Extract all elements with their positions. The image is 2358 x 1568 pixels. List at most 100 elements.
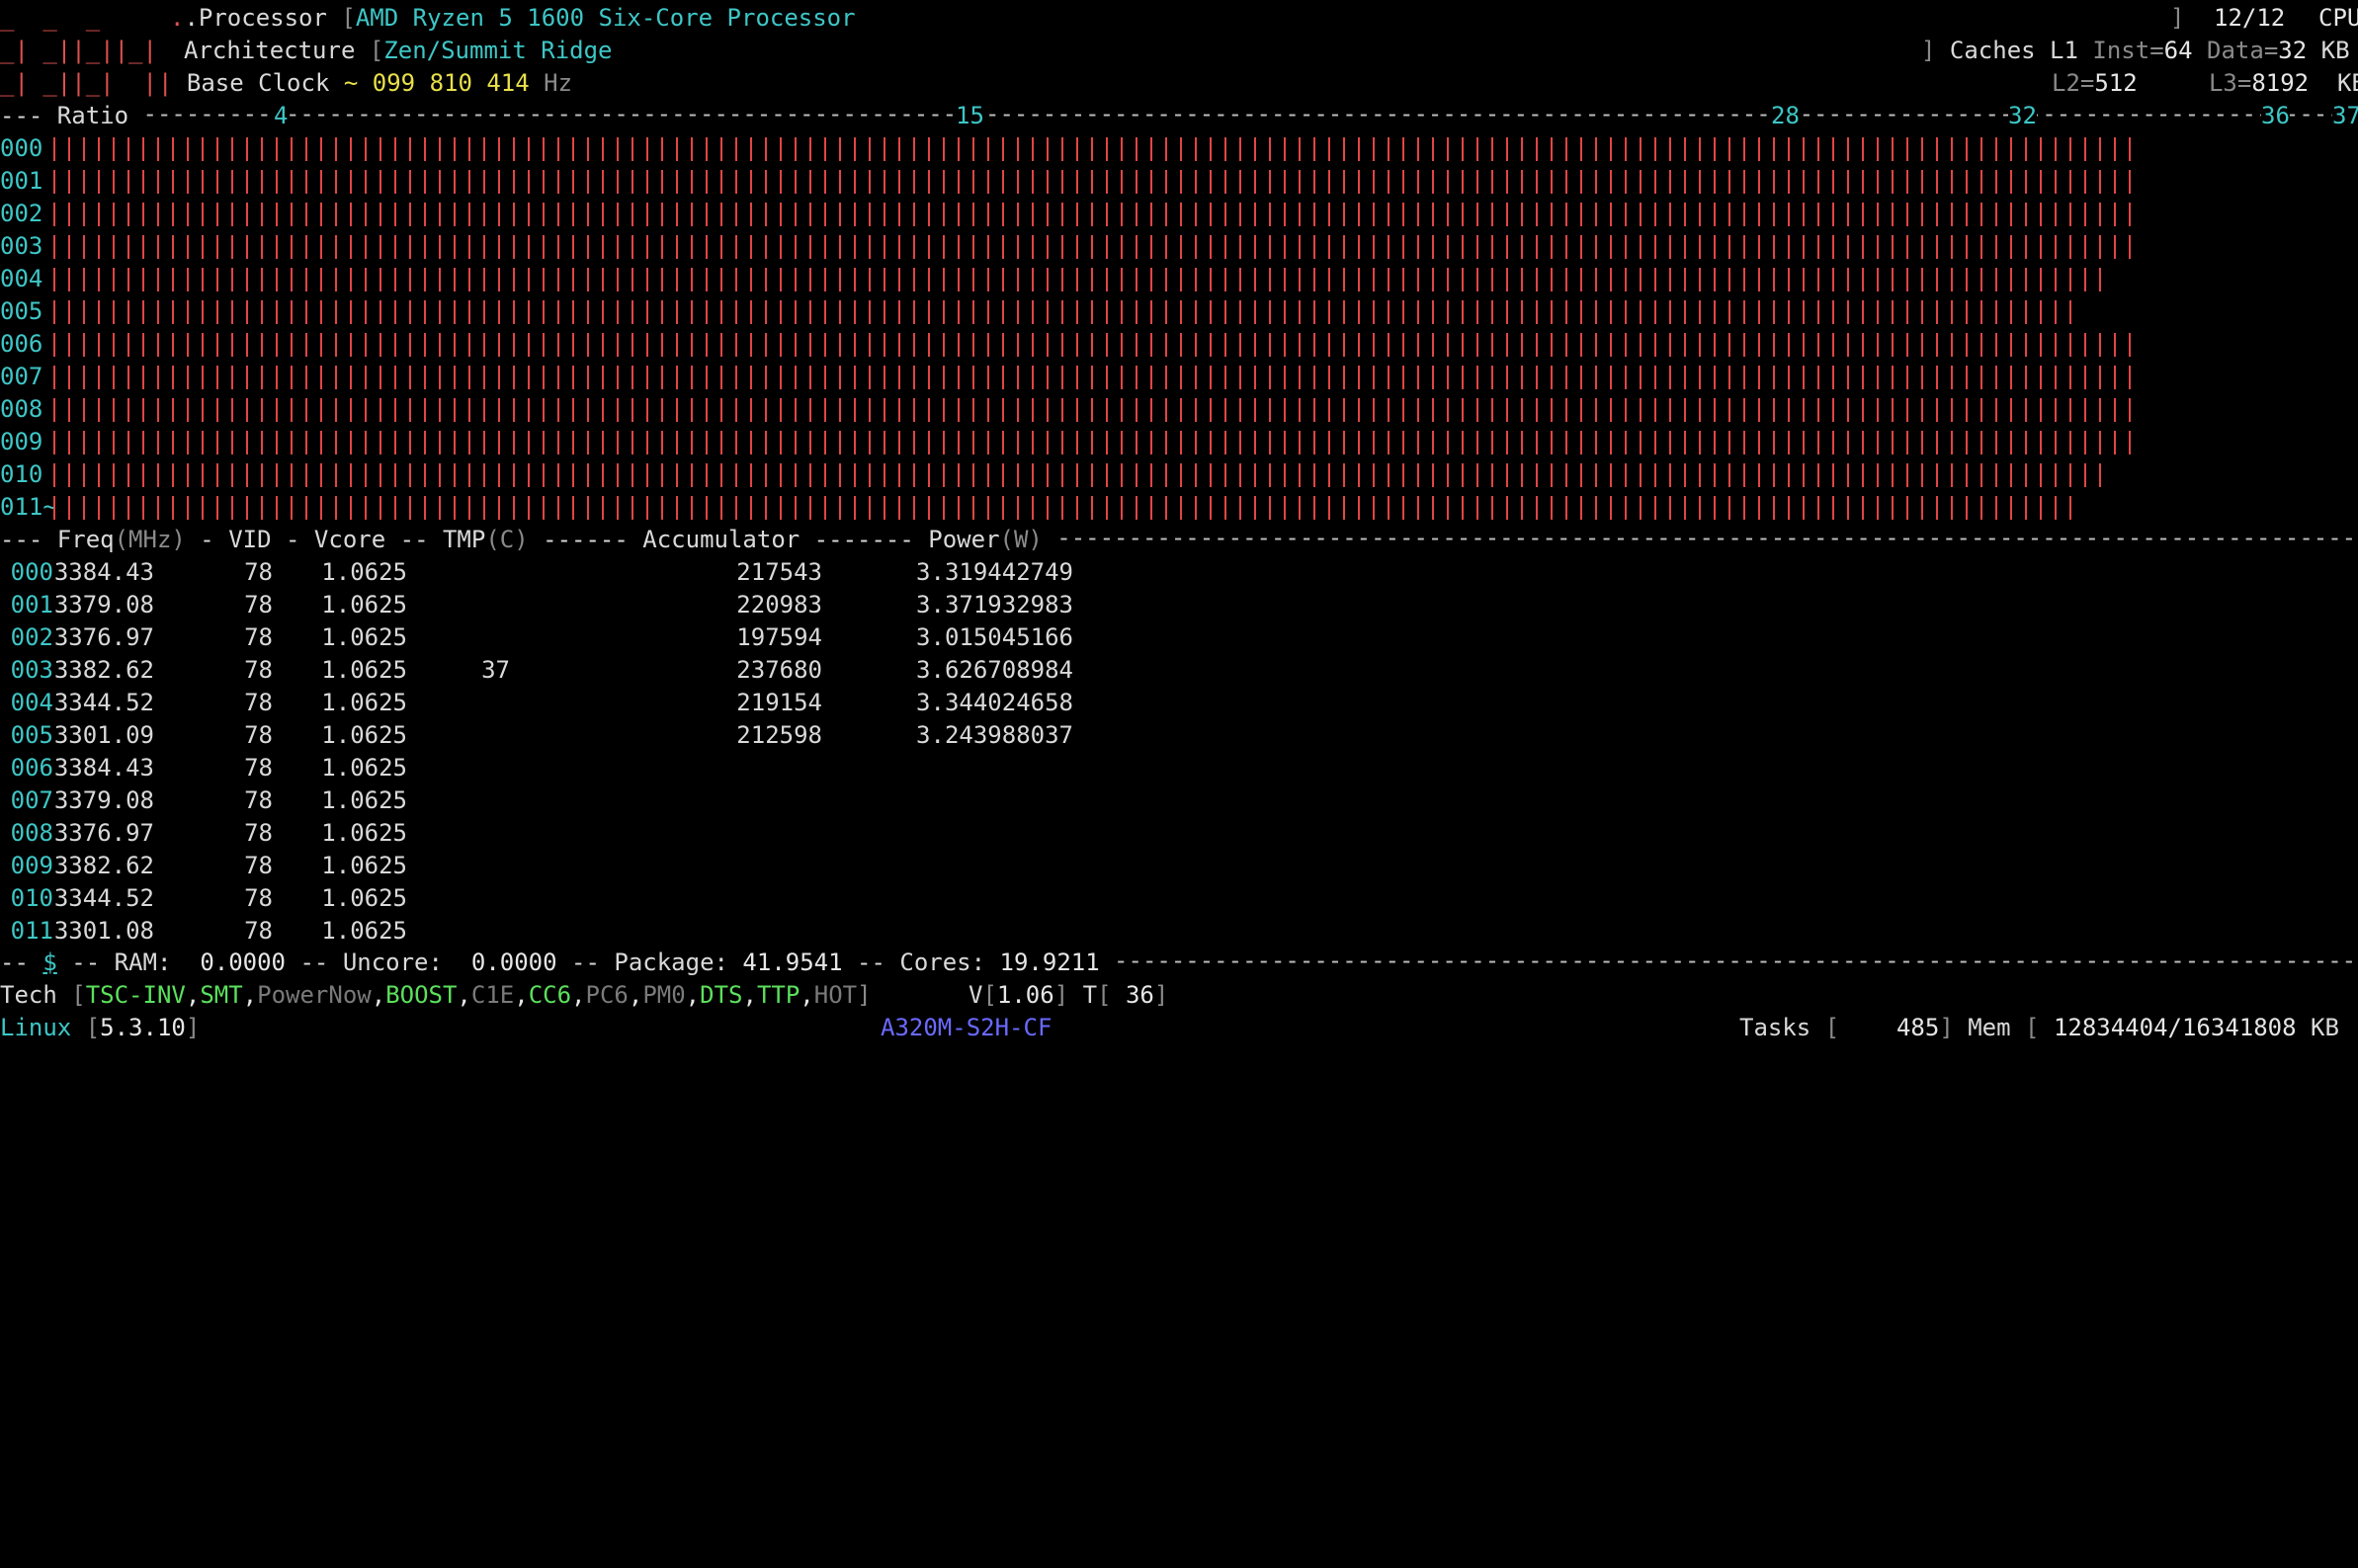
power-cell: 3.344024658	[916, 689, 1073, 716]
vid-cell: 78	[244, 721, 273, 749]
voltage-value: 1.06	[996, 981, 1054, 1009]
os-label: Linux	[0, 1014, 72, 1041]
vid-cell: 78	[244, 623, 273, 651]
ratio-bar	[53, 268, 2104, 291]
base-clock-line: | Base Clock ~ 099 810 414 Hz	[158, 69, 573, 97]
ram-label: RAM:	[114, 949, 172, 976]
acc-header: Accumulator	[642, 526, 800, 553]
tech-label: Tech	[0, 981, 57, 1009]
freq-cell: 3301.08	[53, 917, 154, 945]
logo-line-2: _| _||_||_|	[0, 37, 157, 64]
tech-item: BOOST	[385, 981, 458, 1009]
ratio-bar	[53, 398, 2131, 422]
ratio-bar	[53, 137, 2131, 161]
tech-item: HOT	[813, 981, 858, 1009]
core-cell: 000	[10, 558, 53, 586]
l2-l3-caches: L2=512 L3=8192 KB	[2052, 69, 2358, 97]
core-cell: 010	[10, 884, 53, 912]
vid-cell: 78	[244, 591, 273, 619]
uncore-value: 0.0000	[470, 949, 557, 976]
freq-cell: 3376.97	[53, 819, 154, 847]
core-cell: 011	[10, 917, 53, 945]
core-cell: 004	[10, 689, 53, 716]
freq-cell: 3344.52	[53, 689, 154, 716]
freq-cell: 3379.08	[53, 786, 154, 814]
mem-value: 12834404/16341808	[2053, 1014, 2297, 1041]
tech-item: C1E	[470, 981, 515, 1009]
dollar-toggle[interactable]: $	[42, 949, 56, 976]
ratio-header-rule: ----------------------------------------…	[0, 100, 2358, 127]
vcore-cell: 1.0625	[321, 754, 407, 782]
cpu-count: 12/12	[2214, 4, 2286, 32]
vcore-cell: 1.0625	[321, 558, 407, 586]
processor-value: AMD Ryzen 5 1600 Six-Core Processor	[355, 4, 856, 32]
core-cell: 008	[10, 819, 53, 847]
logo-line-1: _ _ _	[0, 4, 115, 32]
l3-value: 8192	[2251, 69, 2310, 97]
power-cell: 3.371932983	[916, 591, 1073, 619]
processor-label: .Processor	[184, 4, 327, 32]
vcore-header: Vcore	[313, 526, 386, 553]
base-clock-value: 099 810 414	[372, 69, 530, 97]
ratio-row-label: 000	[0, 134, 43, 162]
logo-line-3: _| _||_| |	[0, 69, 157, 97]
board-name: A320M-S2H-CF	[881, 1014, 1053, 1041]
tech-item: PM0	[642, 981, 686, 1009]
vid-cell: 78	[244, 558, 273, 586]
mem-label: Mem	[1968, 1014, 2011, 1041]
vid-cell: 78	[244, 852, 273, 879]
voltage-temp: V[1.06] T[ 36]	[968, 981, 1169, 1009]
ratio-bar	[53, 496, 2076, 520]
vid-cell: 78	[244, 754, 273, 782]
ratio-marker-28: 28	[1771, 100, 1800, 132]
ratio-row-label: 005	[0, 297, 43, 325]
freq-cell: 3376.97	[53, 623, 154, 651]
ratio-bar	[53, 333, 2131, 357]
power-cell: 3.626708984	[916, 656, 1073, 684]
vid-cell: 78	[244, 786, 273, 814]
arch-label: Architecture	[184, 37, 356, 64]
ratio-bar	[53, 203, 2131, 226]
ratio-label: Ratio	[56, 102, 129, 129]
ratio-row-label: 011~	[0, 493, 53, 521]
tech-item: DTS	[700, 981, 743, 1009]
tasks-label: Tasks	[1739, 1014, 1811, 1041]
package-value: 41.9541	[742, 949, 843, 976]
tech-item: CC6	[528, 981, 572, 1009]
ratio-bar	[53, 235, 2131, 259]
power-cell: 3.243988037	[916, 721, 1073, 749]
ratio-bar	[53, 300, 2076, 324]
tech-item: TTP	[756, 981, 800, 1009]
ram-value: 0.0000	[200, 949, 287, 976]
package-label: Package:	[614, 949, 728, 976]
base-clock-label: Base Clock	[186, 69, 330, 97]
tech-line: Tech [TSC-INV,SMT,PowerNow,BOOST,C1E,CC6…	[0, 981, 872, 1009]
vcore-cell: 1.0625	[321, 819, 407, 847]
vcore-cell: 1.0625	[321, 852, 407, 879]
power-cell: 3.319442749	[916, 558, 1073, 586]
os-line: Linux [5.3.10]	[0, 1014, 201, 1041]
tasks-mem: Tasks [ 485] Mem [ 12834404/16341808 KB	[1739, 1014, 2339, 1041]
ratio-marker-37: 37	[2332, 100, 2358, 132]
l1-inst: 64	[2163, 37, 2193, 64]
vcore-cell: 1.0625	[321, 786, 407, 814]
ratio-row-label: 002	[0, 200, 43, 227]
vid-cell: 78	[244, 689, 273, 716]
tech-item: TSC-INV	[85, 981, 186, 1009]
table-header: --- Freq(MHz) - VID - Vcore -- TMP(C) --…	[0, 524, 1057, 556]
freq-cell: 3301.09	[53, 721, 154, 749]
vid-cell: 78	[244, 884, 273, 912]
ratio-marker-32: 32	[2008, 100, 2037, 132]
ratio-header: --- Ratio	[0, 100, 143, 132]
ratio-row-label: 008	[0, 395, 43, 423]
vcore-cell: 1.0625	[321, 689, 407, 716]
vid-cell: 78	[244, 819, 273, 847]
arch-value: Zen/Summit Ridge	[383, 37, 613, 64]
cores-label: Cores:	[899, 949, 986, 976]
core-cell: 006	[10, 754, 53, 782]
freq-header: Freq	[56, 526, 115, 553]
ratio-row-label: 009	[0, 428, 43, 455]
vcore-cell: 1.0625	[321, 917, 407, 945]
core-cell: 003	[10, 656, 53, 684]
ratio-row-label: 010	[0, 460, 43, 488]
